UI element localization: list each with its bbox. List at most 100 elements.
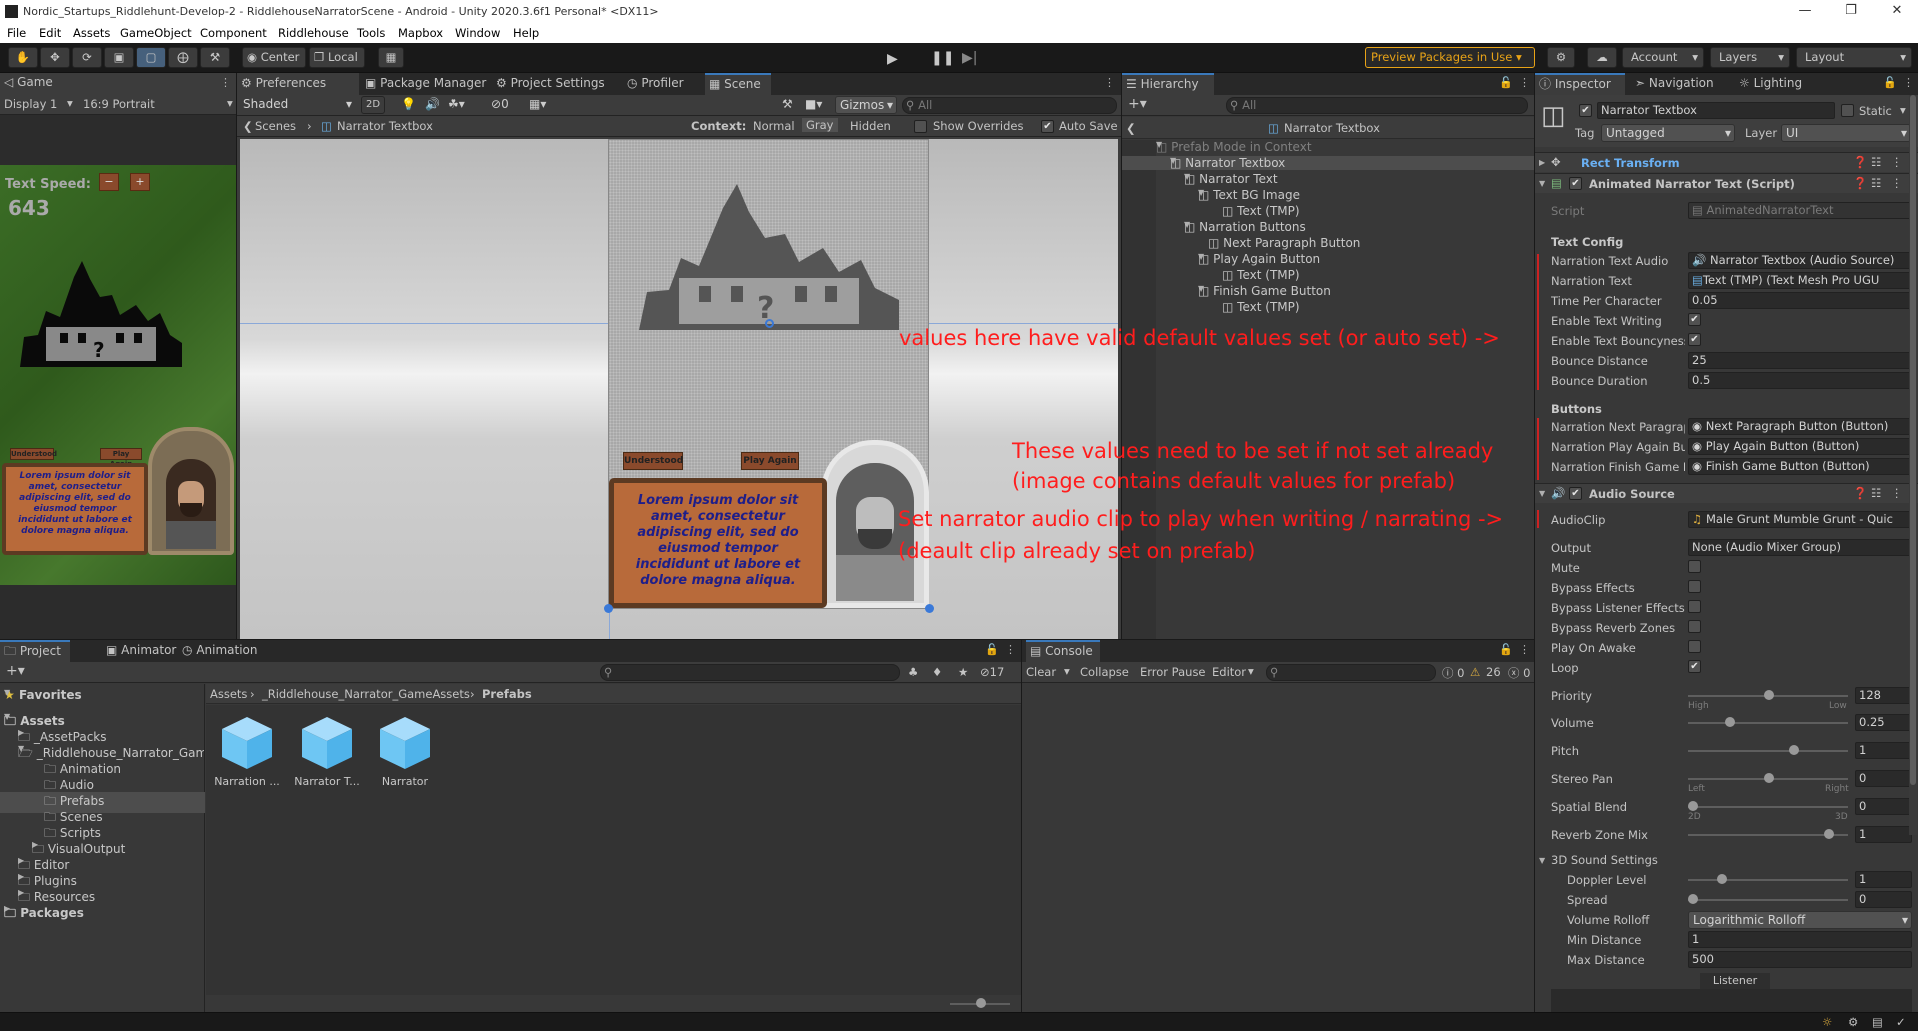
tag-dropdown[interactable]: Untagged xyxy=(1601,124,1735,142)
inspector-scrollbar-thumb[interactable] xyxy=(1910,95,1916,785)
help-icon[interactable]: ❓ xyxy=(1853,155,1867,169)
tree-item[interactable]: ◫ Text (TMP) xyxy=(1222,204,1300,218)
context-normal-button[interactable]: Normal xyxy=(753,119,795,133)
object-name-input[interactable]: Narrator Textbox xyxy=(1597,102,1835,119)
enable-text-bouncyness-checkbox[interactable]: ✔ xyxy=(1688,333,1701,346)
hidden-packages-icon[interactable]: ⊘17 xyxy=(980,665,1004,679)
tree-item[interactable]: ▼ ◫ Play Again Button xyxy=(1198,252,1320,266)
collab-check-icon[interactable]: ✓ xyxy=(1896,1015,1906,1029)
tab-lighting[interactable]: ☼ Lighting xyxy=(1735,73,1815,95)
lock-icon[interactable]: 🔓 xyxy=(1883,76,1897,89)
pitch-slider-knob[interactable] xyxy=(1789,745,1799,755)
rotate-tool-icon[interactable]: ⟳ xyxy=(72,47,102,68)
scene-viewport[interactable]: ? Understood Play Again Lorem ipsum dolo… xyxy=(240,139,1118,639)
menu-riddlehouse[interactable]: Riddlehouse xyxy=(278,26,349,40)
panel-menu-icon[interactable]: ⋮ xyxy=(220,76,231,89)
bounce-duration-input[interactable]: 0.5 xyxy=(1688,372,1912,389)
tab-project[interactable]: 🗀 Project xyxy=(0,640,70,662)
menu-edit[interactable]: Edit xyxy=(39,26,61,40)
context-hidden-button[interactable]: Hidden xyxy=(850,119,891,133)
close-button[interactable]: ✕ xyxy=(1882,3,1912,18)
preset-icon[interactable]: ☷ xyxy=(1871,155,1881,169)
rect-handle-br[interactable] xyxy=(925,604,934,613)
maximize-button[interactable]: ❐ xyxy=(1836,3,1866,18)
grid-toggle-icon[interactable]: ▦▾ xyxy=(529,97,546,111)
rect-handle-bl[interactable] xyxy=(604,604,613,613)
panel-menu-icon[interactable]: ⋮ xyxy=(1519,643,1530,656)
editor-dropdown[interactable]: Editor xyxy=(1212,665,1246,679)
reverb-zone-mix-input[interactable]: 1 xyxy=(1855,826,1912,843)
asset-item[interactable] xyxy=(220,715,274,775)
script-component-header[interactable]: ▼ ▤ ✔ Animated Narrator Text (Script) ❓ … xyxy=(1535,173,1918,193)
active-checkbox[interactable]: ✔ xyxy=(1579,104,1592,117)
layer-dropdown[interactable]: UI xyxy=(1781,124,1911,142)
pitch-input[interactable]: 1 xyxy=(1855,742,1912,759)
gizmos-dropdown[interactable]: Gizmos xyxy=(835,96,897,114)
shading-mode-dropdown[interactable]: Shaded xyxy=(239,96,355,114)
custom-tool-icon[interactable]: ⚒ xyxy=(200,47,230,68)
fold-icon[interactable]: ▼ xyxy=(1539,856,1545,865)
understood-button[interactable]: Understood xyxy=(623,452,683,470)
chevron-down-icon[interactable]: ▾ xyxy=(1900,103,1906,117)
folder-packages[interactable]: ▶ 🗀 Packages xyxy=(4,904,84,925)
3d-sound-settings-header[interactable]: 3D Sound Settings xyxy=(1551,853,1658,867)
pivot-local-button[interactable]: ❐ Local xyxy=(309,47,365,68)
mute-checkbox[interactable] xyxy=(1688,560,1701,573)
loop-checkbox[interactable]: ✔ xyxy=(1688,660,1701,673)
zoom-slider-knob[interactable] xyxy=(976,998,986,1008)
lock-icon[interactable]: 🔓 xyxy=(985,643,999,656)
component-enabled-checkbox[interactable]: ✔ xyxy=(1569,487,1582,500)
move-tool-icon[interactable]: ✥ xyxy=(40,47,70,68)
spread-slider-knob[interactable] xyxy=(1688,894,1698,904)
panel-menu-icon[interactable]: ⋮ xyxy=(1005,643,1016,656)
search-by-label-icon[interactable]: ♦ xyxy=(932,665,942,679)
tab-console[interactable]: ▤ Console xyxy=(1026,640,1100,662)
tab-project-settings[interactable]: ⚙ Project Settings xyxy=(492,73,620,95)
pivot-center-button[interactable]: ◉ Center xyxy=(242,47,306,68)
menu-component[interactable]: Component xyxy=(200,26,267,40)
step-button[interactable]: ▶| xyxy=(962,50,977,66)
rect-transform-header[interactable]: ▶ ✥ Rect Transform ❓ ☷ ⋮ xyxy=(1535,152,1918,172)
doppler-slider-track[interactable] xyxy=(1688,879,1848,881)
next-paragraph-button-field[interactable]: ◉ Next Paragraph Button (Button) xyxy=(1688,418,1912,435)
tab-preferences[interactable]: ⚙ Preferences xyxy=(237,73,359,95)
understood-button[interactable]: Understood xyxy=(10,448,57,460)
context-gray-button[interactable]: Gray xyxy=(802,118,838,132)
bounce-distance-input[interactable]: 25 xyxy=(1688,352,1912,369)
breadcrumb-narrator-textbox[interactable]: Narrator Textbox xyxy=(337,119,433,133)
play-again-button[interactable]: Play Again xyxy=(741,452,799,470)
time-per-character-input[interactable]: 0.05 xyxy=(1688,292,1912,309)
menu-window[interactable]: Window xyxy=(455,26,500,40)
doppler-level-input[interactable]: 1 xyxy=(1855,871,1912,888)
spread-input[interactable]: 0 xyxy=(1855,891,1912,908)
spread-slider-track[interactable] xyxy=(1688,899,1848,901)
tree-item-selected[interactable]: ▼ ◫ Narrator Textbox xyxy=(1122,156,1534,170)
favorites-item[interactable]: ▼ ★ Favorites xyxy=(4,688,82,702)
min-distance-input[interactable]: 1 xyxy=(1688,931,1912,948)
audio-source-header[interactable]: ▼ 🔊 ✔ Audio Source ❓ ☷ ⋮ xyxy=(1535,483,1918,503)
tree-item[interactable]: ◫ Text (TMP) xyxy=(1222,300,1300,314)
audioclip-field[interactable]: ♫ Male Grunt Mumble Grunt - Quic xyxy=(1688,511,1912,528)
component-menu-icon[interactable]: ⋮ xyxy=(1891,155,1903,169)
priority-slider-knob[interactable] xyxy=(1764,690,1774,700)
fx-toggle-icon[interactable]: ☘▾ xyxy=(448,97,465,111)
error-pause-button[interactable]: Error Pause xyxy=(1140,665,1206,679)
minimize-button[interactable]: — xyxy=(1790,3,1820,18)
inspector-scrollbar[interactable] xyxy=(1909,95,1917,835)
tools-icon[interactable]: ⚒ xyxy=(782,97,793,111)
favorite-star-icon[interactable]: ★ xyxy=(958,665,968,679)
output-field[interactable]: None (Audio Mixer Group) xyxy=(1688,539,1912,556)
spatial-blend-input[interactable]: 0 xyxy=(1855,798,1912,815)
asset-item[interactable] xyxy=(378,715,432,775)
volume-slider-knob[interactable] xyxy=(1725,717,1735,727)
finish-game-button-field[interactable]: ◉ Finish Game Button (Button) xyxy=(1688,458,1912,475)
volume-rolloff-dropdown[interactable]: Logarithmic Rolloff xyxy=(1688,911,1912,929)
spatial-blend-slider-knob[interactable] xyxy=(1688,801,1698,811)
2d-toggle[interactable]: 2D xyxy=(361,96,385,114)
lighting-toggle-icon[interactable]: 💡 xyxy=(401,97,416,111)
search-by-type-icon[interactable]: ♣ xyxy=(908,665,918,679)
reverb-zone-mix-slider-knob[interactable] xyxy=(1824,829,1834,839)
audio-toggle-icon[interactable]: 🔊 xyxy=(425,97,440,111)
narration-text-field[interactable]: ▤Text (TMP) (Text Mesh Pro UGU xyxy=(1688,272,1912,289)
project-search-input[interactable]: ⚲ xyxy=(600,664,900,681)
